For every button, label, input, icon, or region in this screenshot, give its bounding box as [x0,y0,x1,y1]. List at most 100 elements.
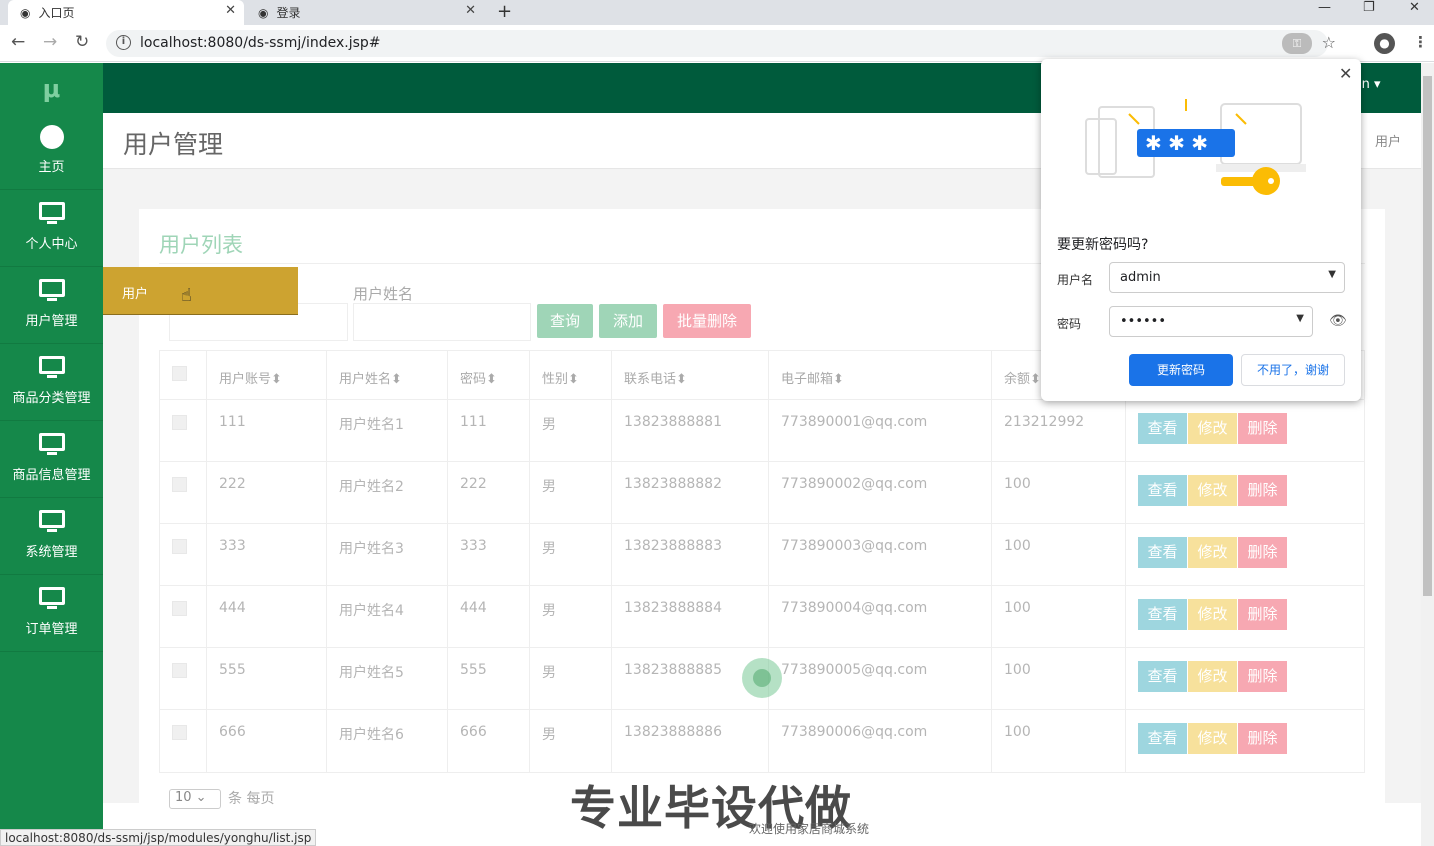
delete-button[interactable]: 删除 [1238,723,1287,754]
row-checkbox[interactable] [172,725,187,740]
eye-icon[interactable]: 👁 [1329,313,1347,329]
row-divider [159,585,1365,586]
add-button[interactable]: 添加 [599,304,657,338]
breadcrumb[interactable]: 用户 [1375,131,1401,150]
pager-text: 条 每页 [228,791,275,807]
monitor-icon [38,430,66,460]
sidebar-item-label: 主页 [38,160,65,175]
view-button[interactable]: 查看 [1138,413,1187,444]
forward-icon[interactable]: → [43,32,57,52]
password-illustration: ✱ ✱ ✱ [1085,99,1306,195]
close-icon[interactable]: ✕ [1339,64,1352,83]
column-header-gender[interactable]: 性别⬍ [542,368,579,387]
view-button[interactable]: 查看 [1138,723,1187,754]
decline-button[interactable]: 不用了，谢谢 [1241,354,1345,386]
row-checkbox[interactable] [172,663,187,678]
delete-button[interactable]: 删除 [1238,661,1287,692]
search-input-name[interactable] [353,303,531,341]
user-menu[interactable]: in ▾ [1358,77,1381,92]
monitor-icon [38,199,66,229]
submenu-item-label: 用户 [122,287,149,302]
cell-email: 773890003@qq.com [781,538,928,554]
submenu-item-user[interactable]: 用户 [103,267,298,315]
password-select[interactable]: •••••• ▼ [1109,306,1313,337]
row-divider [159,709,1365,710]
row-checkbox[interactable] [172,415,187,430]
edit-button[interactable]: 修改 [1188,475,1237,506]
tab-title: 登录 [276,6,301,20]
view-button[interactable]: 查看 [1138,537,1187,568]
key-icon[interactable]: ⚿ [1282,33,1312,54]
cell-account: 333 [219,538,246,554]
url-field[interactable]: i localhost:8080/ds-ssmj/index.jsp# ⚿ ☆ [106,30,1336,57]
minimize-icon[interactable]: — [1318,0,1331,15]
column-header-balance[interactable]: 余额⬍ [1004,368,1041,387]
sidebar-item-home[interactable]: 主页 [0,113,103,190]
sidebar-item-order-management[interactable]: 订单管理 [0,575,103,652]
cell-name: 用户姓名4 [339,603,404,619]
edit-button[interactable]: 修改 [1188,723,1237,754]
back-icon[interactable]: ← [11,32,25,52]
sidebar-item-label: 用户管理 [25,314,78,329]
username-select[interactable]: admin ▼ [1109,262,1345,293]
watermark-subtitle: 欢迎使用家居商城系统 [749,822,870,836]
browser-tab-entry[interactable]: ◉ 入口页 ✕ [8,0,244,25]
restore-icon[interactable]: ❐ [1363,0,1375,15]
delete-button[interactable]: 删除 [1238,537,1287,568]
cell-balance: 100 [1004,476,1031,492]
page-size-select[interactable]: 10 ⌄ [169,789,221,809]
menu-icon[interactable]: ⋮ [1413,33,1428,51]
star-icon[interactable]: ☆ [1322,33,1336,52]
search-label: 用户姓名 [353,285,414,303]
view-button[interactable]: 查看 [1138,599,1187,630]
chevron-down-icon: ▼ [1328,269,1336,280]
close-icon[interactable]: ✕ [465,3,476,18]
row-checkbox[interactable] [172,601,187,616]
delete-button[interactable]: 删除 [1238,599,1287,630]
sidebar-item-user-management[interactable]: 用户管理 [0,267,103,344]
select-all-checkbox[interactable] [172,366,187,381]
query-button[interactable]: 查询 [537,304,593,338]
sidebar-item-product-management[interactable]: 商品信息管理 [0,421,103,498]
column-header-password[interactable]: 密码⬍ [460,368,497,387]
hand-cursor-icon: ☝ [181,285,192,306]
edit-button[interactable]: 修改 [1188,599,1237,630]
scrollbar-thumb[interactable] [1423,76,1432,596]
batch-delete-button[interactable]: 批量删除 [663,304,751,338]
cell-gender: 男 [542,603,556,619]
column-header-email[interactable]: 电子邮箱⬍ [781,368,844,387]
column-header-name[interactable]: 用户姓名⬍ [339,368,402,387]
close-icon[interactable]: ✕ [225,3,236,18]
info-icon[interactable]: i [116,35,131,50]
sidebar-item-category-management[interactable]: 商品分类管理 [0,344,103,421]
new-tab-icon[interactable]: + [497,1,512,22]
edit-button[interactable]: 修改 [1188,537,1237,568]
cell-name: 用户姓名2 [339,479,404,495]
cell-phone: 13823888885 [624,662,722,678]
row-checkbox[interactable] [172,539,187,554]
url-text: localhost:8080/ds-ssmj/index.jsp# [140,35,381,51]
edit-button[interactable]: 修改 [1188,661,1237,692]
delete-button[interactable]: 删除 [1238,413,1287,444]
delete-button[interactable]: 删除 [1238,475,1287,506]
browser-tab-login[interactable]: ◉ 登录 ✕ [248,0,484,25]
update-password-button[interactable]: 更新密码 [1129,354,1233,386]
cell-email: 773890004@qq.com [781,600,928,616]
cell-password: 555 [460,662,487,678]
cell-password: 111 [460,414,487,430]
column-header-account[interactable]: 用户账号⬍ [219,368,282,387]
reload-icon[interactable]: ↻ [75,32,89,52]
view-button[interactable]: 查看 [1138,661,1187,692]
cell-phone: 13823888884 [624,600,722,616]
column-header-phone[interactable]: 联系电话⬍ [624,368,687,387]
profile-icon[interactable]: ● [1374,33,1395,54]
sidebar-item-system-management[interactable]: 系统管理 [0,498,103,575]
edit-button[interactable]: 修改 [1188,413,1237,444]
view-button[interactable]: 查看 [1138,475,1187,506]
sidebar-item-personal-center[interactable]: 个人中心 [0,190,103,267]
row-checkbox[interactable] [172,477,187,492]
cell-phone: 13823888881 [624,414,722,430]
sidebar-item-label: 商品信息管理 [12,468,91,483]
cell-gender: 男 [542,417,556,433]
window-close-icon[interactable]: ✕ [1409,0,1420,15]
